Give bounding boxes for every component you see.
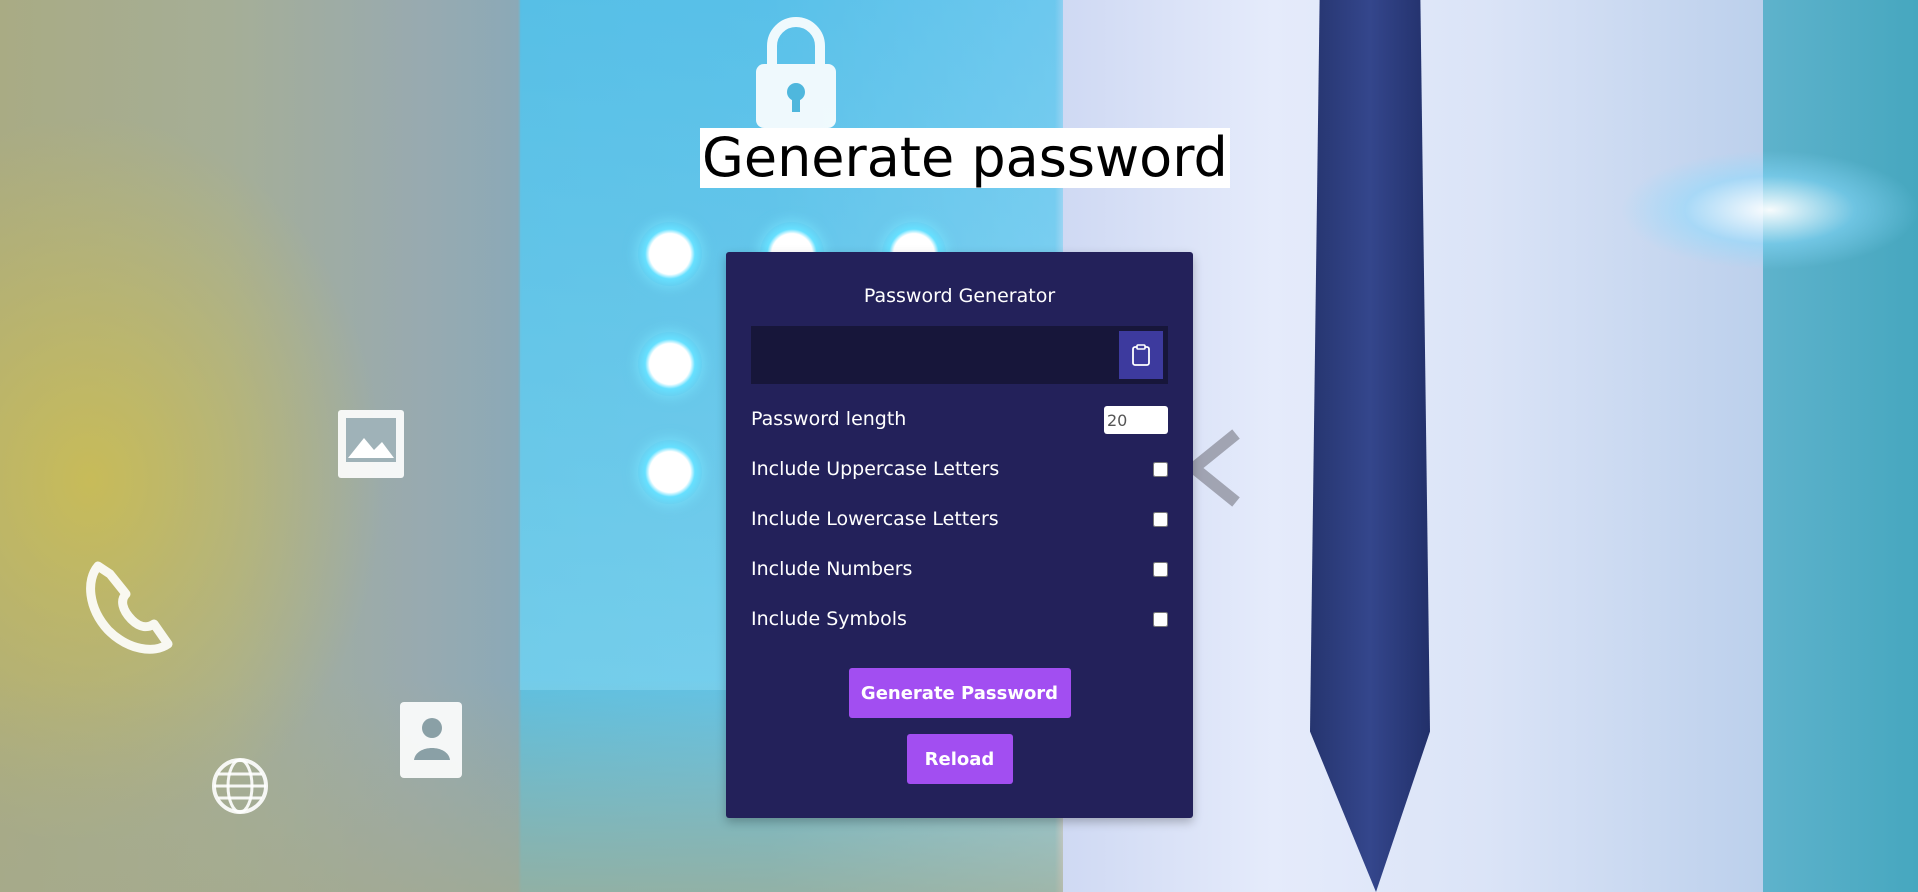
background-node-dot [638, 332, 702, 396]
setting-uppercase: Include Uppercase Letters [751, 444, 1168, 494]
numbers-checkbox[interactable] [1153, 562, 1168, 577]
contact-icon [400, 702, 462, 778]
reload-button[interactable]: Reload [906, 734, 1013, 784]
lock-icon [756, 17, 836, 128]
clipboard-icon [1132, 344, 1150, 366]
page: Generate password Password Generator Pas… [0, 0, 1918, 892]
lowercase-label: Include Lowercase Letters [751, 508, 999, 530]
card-title: Password Generator [863, 285, 1056, 307]
background-glow [1620, 150, 1918, 270]
background-node-dot [638, 222, 702, 286]
setting-symbols: Include Symbols [751, 594, 1168, 644]
password-length-label: Password length [751, 408, 907, 430]
setting-password-length: Password length [751, 394, 1168, 444]
chevron-left-icon [1184, 429, 1240, 507]
image-icon [338, 410, 404, 478]
password-generator-card: Password Generator Password length Inclu… [726, 252, 1193, 818]
password-result-container [751, 326, 1168, 384]
background-node-dot [638, 440, 702, 504]
globe-icon [212, 758, 268, 814]
generate-password-button[interactable]: Generate Password [848, 668, 1071, 718]
numbers-label: Include Numbers [751, 558, 913, 580]
lowercase-checkbox[interactable] [1153, 512, 1168, 527]
setting-lowercase: Include Lowercase Letters [751, 494, 1168, 544]
symbols-checkbox[interactable] [1153, 612, 1168, 627]
password-length-input[interactable] [1104, 406, 1168, 434]
uppercase-checkbox[interactable] [1153, 462, 1168, 477]
background-tie [1310, 0, 1430, 892]
uppercase-label: Include Uppercase Letters [751, 458, 1000, 480]
page-title: Generate password [700, 126, 1230, 189]
symbols-label: Include Symbols [751, 608, 907, 630]
phone-icon [86, 561, 173, 654]
setting-numbers: Include Numbers [751, 544, 1168, 594]
copy-to-clipboard-button[interactable] [1119, 331, 1163, 379]
